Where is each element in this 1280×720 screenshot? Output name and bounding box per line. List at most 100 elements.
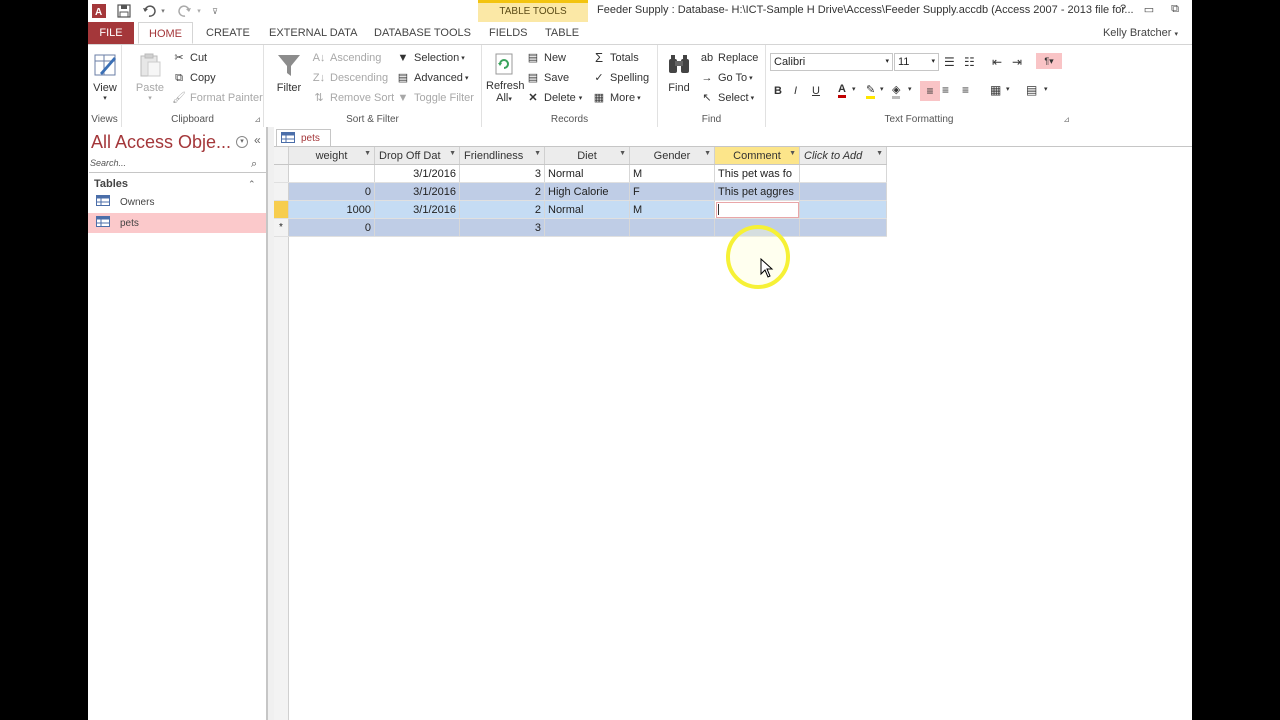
- paragraph-direction-icon[interactable]: ¶▾: [1036, 53, 1062, 69]
- bold-button[interactable]: B: [774, 85, 782, 97]
- align-left-icon[interactable]: ≡: [920, 81, 940, 101]
- column-header-weight[interactable]: weight ▼: [288, 147, 375, 165]
- font-size-select[interactable]: 11 ▾: [894, 53, 939, 71]
- restore-icon[interactable]: ⧉: [1166, 3, 1184, 19]
- collapse-section-icon[interactable]: ⌃: [248, 179, 256, 190]
- bullets-icon[interactable]: ☰: [944, 55, 955, 69]
- column-dropdown-icon[interactable]: ▼: [534, 150, 541, 157]
- copy-button[interactable]: ⧉ Copy: [172, 71, 216, 85]
- pane-splitter[interactable]: [267, 127, 274, 720]
- nav-search-input[interactable]: Search...: [89, 158, 266, 173]
- click-to-add-column[interactable]: Click to Add ▼: [799, 147, 887, 165]
- cell-click-to-add[interactable]: [799, 218, 887, 237]
- table-row[interactable]: 3/1/2016 3 Normal M This pet was fo: [274, 164, 887, 183]
- background-color-icon[interactable]: ◈: [892, 83, 901, 99]
- numbering-icon[interactable]: ☷: [964, 55, 975, 69]
- cell-weight[interactable]: 1000: [288, 200, 375, 219]
- paste-button[interactable]: Paste ▾: [132, 51, 168, 102]
- cell-friendliness[interactable]: 3: [459, 164, 545, 183]
- increase-indent-icon[interactable]: ⇥: [1012, 55, 1022, 69]
- tab-create[interactable]: CREATE: [196, 22, 260, 44]
- column-dropdown-icon[interactable]: ▼: [789, 150, 796, 157]
- gridlines-icon[interactable]: ▦: [990, 83, 1001, 97]
- align-right-icon[interactable]: ≡: [962, 83, 969, 97]
- more-button[interactable]: ▦ More ▾: [592, 91, 641, 105]
- record-selector[interactable]: [274, 164, 289, 183]
- clipboard-launcher-icon[interactable]: ⊿: [254, 115, 261, 124]
- column-dropdown-icon[interactable]: ▼: [449, 150, 456, 157]
- cell-gender[interactable]: M: [629, 164, 715, 183]
- column-header-drop-off-date[interactable]: Drop Off Dat ▼: [374, 147, 460, 165]
- alternate-row-color-dropdown-icon[interactable]: ▾: [1044, 85, 1048, 93]
- spelling-button[interactable]: ✓ Spelling: [592, 71, 649, 85]
- goto-button[interactable]: → Go To ▾: [700, 71, 753, 85]
- ascending-button[interactable]: A↓ Ascending: [312, 51, 382, 65]
- descending-button[interactable]: Z↓ Descending: [312, 71, 388, 85]
- column-dropdown-icon[interactable]: ▼: [619, 150, 626, 157]
- cell-weight[interactable]: [288, 164, 375, 183]
- background-color-dropdown-icon[interactable]: ▾: [908, 85, 912, 93]
- advanced-button[interactable]: ▤ Advanced ▾: [396, 71, 469, 85]
- highlight-icon[interactable]: ✎: [866, 83, 876, 99]
- table-row[interactable]: 1000 3/1/2016 2 Normal M: [274, 200, 887, 219]
- nav-menu-dropdown-icon[interactable]: ▾: [236, 136, 248, 148]
- new-record-button[interactable]: ▤ New: [526, 51, 566, 65]
- table-row[interactable]: 0 3/1/2016 2 High Calorie F This pet agg…: [274, 182, 887, 201]
- shutter-bar-close-icon[interactable]: «: [254, 133, 261, 147]
- cell-comment[interactable]: This pet aggres: [714, 182, 800, 201]
- cell-diet[interactable]: Normal: [544, 200, 630, 219]
- cell-drop-off-date[interactable]: 3/1/2016: [374, 182, 460, 201]
- undo-dropdown-icon[interactable]: ▾: [158, 3, 168, 19]
- cell-diet[interactable]: Normal: [544, 164, 630, 183]
- font-color-dropdown-icon[interactable]: ▾: [852, 85, 856, 93]
- view-button[interactable]: View ▾: [90, 51, 120, 102]
- cell-gender[interactable]: [629, 218, 715, 237]
- redo-icon[interactable]: [176, 3, 194, 19]
- select-button[interactable]: ↖ Select ▾: [700, 91, 754, 105]
- help-icon[interactable]: ?: [1114, 3, 1132, 19]
- cell-drop-off-date[interactable]: 3/1/2016: [374, 200, 460, 219]
- column-header-diet[interactable]: Diet ▼: [544, 147, 630, 165]
- customize-qat-icon[interactable]: ⊽: [210, 3, 220, 19]
- nav-item-pets[interactable]: pets: [88, 213, 266, 233]
- gridlines-dropdown-icon[interactable]: ▾: [1006, 85, 1010, 93]
- tab-fields[interactable]: FIELDS: [479, 22, 538, 44]
- selection-button[interactable]: ▼ Selection ▾: [396, 51, 465, 65]
- delete-record-button[interactable]: ✕ Delete ▾: [526, 91, 582, 105]
- cell-diet[interactable]: High Calorie: [544, 182, 630, 201]
- cell-gender[interactable]: M: [629, 200, 715, 219]
- column-dropdown-icon[interactable]: ▼: [704, 150, 711, 157]
- ribbon-display-icon[interactable]: ▭: [1140, 3, 1158, 19]
- cell-comment-editing[interactable]: [714, 200, 800, 219]
- record-selector[interactable]: [274, 182, 289, 201]
- save-record-button[interactable]: ▤ Save: [526, 71, 569, 85]
- alternate-row-color-icon[interactable]: ▤: [1026, 83, 1037, 97]
- cell-weight[interactable]: 0: [288, 218, 375, 237]
- column-header-comment[interactable]: Comment ▼: [714, 147, 800, 165]
- cell-click-to-add[interactable]: [799, 164, 887, 183]
- font-name-select[interactable]: Calibri ▾: [770, 53, 893, 71]
- cell-diet[interactable]: [544, 218, 630, 237]
- totals-button[interactable]: Σ Totals: [592, 51, 639, 65]
- cell-click-to-add[interactable]: [799, 200, 887, 219]
- cell-comment[interactable]: This pet was fo: [714, 164, 800, 183]
- cell-click-to-add[interactable]: [799, 182, 887, 201]
- italic-button[interactable]: I: [794, 85, 797, 97]
- replace-button[interactable]: ab Replace: [700, 51, 758, 65]
- cell-drop-off-date[interactable]: 3/1/2016: [374, 164, 460, 183]
- align-center-icon[interactable]: ≡: [942, 83, 949, 97]
- font-color-icon[interactable]: A: [838, 83, 846, 98]
- user-name[interactable]: Kelly Bratcher ▾: [1103, 27, 1178, 39]
- select-all-corner[interactable]: [274, 147, 289, 165]
- refresh-all-button[interactable]: Refresh All▾: [486, 51, 525, 104]
- filter-button[interactable]: Filter: [272, 51, 306, 94]
- cell-friendliness[interactable]: 2: [459, 200, 545, 219]
- tab-home[interactable]: HOME: [138, 22, 193, 44]
- decrease-indent-icon[interactable]: ⇤: [992, 55, 1002, 69]
- tab-file[interactable]: FILE: [88, 22, 134, 44]
- current-record-selector[interactable]: [274, 200, 289, 219]
- tab-external-data[interactable]: EXTERNAL DATA: [259, 22, 367, 44]
- find-button[interactable]: Find: [662, 51, 696, 94]
- redo-dropdown-icon[interactable]: ▾: [194, 3, 204, 19]
- cell-gender[interactable]: F: [629, 182, 715, 201]
